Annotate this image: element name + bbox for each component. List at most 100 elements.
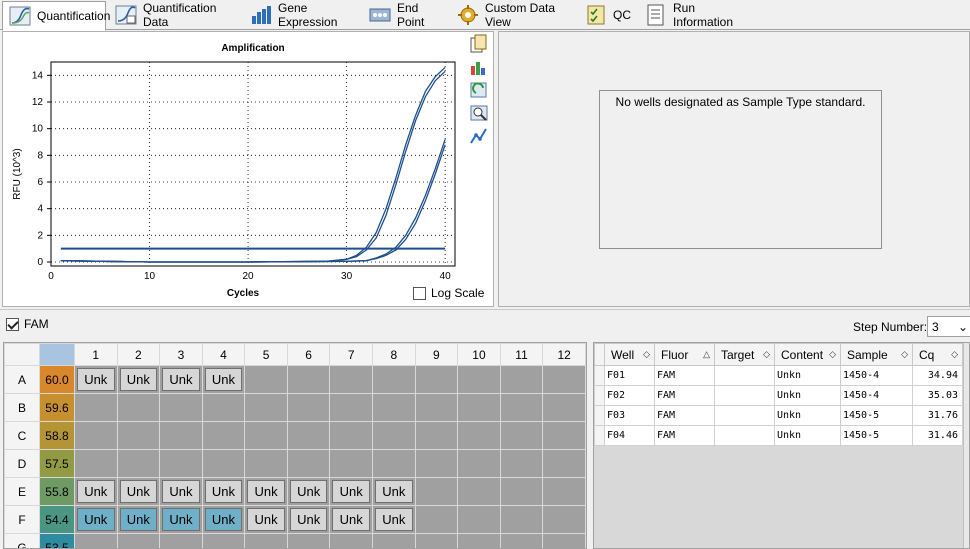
plate-well[interactable] [542, 393, 586, 422]
plate-well[interactable] [414, 533, 459, 548]
plate-well[interactable] [542, 421, 586, 450]
plate-well[interactable]: Unk [159, 477, 203, 506]
plate-well[interactable] [499, 505, 544, 534]
plate-well[interactable] [244, 393, 288, 422]
plate-column-header[interactable]: 5 [244, 343, 288, 366]
plate-well[interactable] [201, 393, 246, 422]
plate-column-header[interactable]: 3 [159, 343, 203, 366]
plate-well[interactable] [286, 365, 331, 394]
plate-well[interactable] [244, 421, 288, 450]
row-selector[interactable] [594, 365, 605, 386]
tab-end-point[interactable]: End Point [362, 1, 448, 29]
column-header-sample[interactable]: Sample ◇ [840, 343, 913, 366]
plate-well[interactable] [414, 365, 459, 394]
plate-row-header[interactable]: B [4, 393, 40, 422]
tab-run-information[interactable]: Run Information [638, 1, 748, 29]
column-header-cq[interactable]: Cq ◇ [912, 343, 963, 366]
table-row[interactable]: F02 FAM Unkn 1450-4 35.03 [594, 385, 963, 406]
plate-well[interactable]: Unk [159, 365, 203, 394]
plate-column-header[interactable]: 6 [286, 343, 331, 366]
plate-well[interactable] [372, 533, 416, 548]
plate-well[interactable] [457, 393, 501, 422]
plate-well[interactable] [542, 365, 586, 394]
plate-well[interactable] [542, 477, 586, 506]
plate-row-header[interactable]: F [4, 505, 40, 534]
plate-column-header[interactable]: 10 [457, 343, 501, 366]
plate-well[interactable] [499, 421, 544, 450]
plate-well[interactable] [159, 421, 203, 450]
plate-well[interactable] [414, 393, 459, 422]
plate-well[interactable] [286, 449, 331, 478]
plate-well[interactable] [457, 505, 501, 534]
plate-well[interactable] [329, 533, 374, 548]
plate-well[interactable] [286, 393, 331, 422]
plate-row-header[interactable]: A [4, 365, 40, 394]
plate-column-header[interactable]: 2 [116, 343, 161, 366]
table-row[interactable]: F03 FAM Unkn 1450-5 31.76 [594, 405, 963, 426]
plate-column-header[interactable]: 7 [329, 343, 374, 366]
plate-well[interactable]: Unk [244, 477, 288, 506]
plate-well[interactable]: Unk [372, 477, 416, 506]
plate-well[interactable] [457, 533, 501, 548]
plate-well[interactable] [457, 365, 501, 394]
plate-column-header[interactable]: 9 [414, 343, 459, 366]
plate-well[interactable] [73, 533, 118, 548]
plate-well[interactable]: Unk [201, 477, 246, 506]
plate-well[interactable]: Unk [329, 505, 374, 534]
plate-well[interactable] [414, 421, 459, 450]
plate-well[interactable] [542, 505, 586, 534]
amplification-curve-3[interactable] [60, 139, 446, 263]
plate-column-header[interactable]: 12 [542, 343, 586, 366]
step-number-select[interactable]: 3 ⌄ [927, 316, 970, 337]
line-style-icon[interactable] [469, 126, 489, 146]
plate-well[interactable]: Unk [116, 477, 161, 506]
table-row[interactable]: F04 FAM Unkn 1450-5 31.46 [594, 425, 963, 446]
tab-custom-data-view[interactable]: Custom Data View [450, 1, 576, 29]
tab-quantification[interactable]: Quantification [2, 1, 110, 31]
column-header-well[interactable]: Well ◇ [604, 343, 655, 366]
row-selector[interactable] [594, 385, 605, 406]
plate-well[interactable] [499, 533, 544, 548]
plate-corner[interactable] [4, 343, 40, 366]
plate-row-header[interactable]: D [4, 449, 40, 478]
plate-well[interactable] [457, 421, 501, 450]
row-selector[interactable] [594, 425, 605, 446]
plate-well[interactable]: Unk [159, 505, 203, 534]
plate-row-header[interactable]: G [4, 533, 40, 548]
plate-well[interactable] [372, 365, 416, 394]
plate-well[interactable] [372, 421, 416, 450]
plate-well[interactable]: Unk [116, 505, 161, 534]
plate-well[interactable] [73, 421, 118, 450]
plate-well[interactable] [457, 477, 501, 506]
tab-qc[interactable]: QC [578, 1, 636, 29]
plate-well[interactable] [542, 449, 586, 478]
plate-well[interactable] [159, 449, 203, 478]
log-scale-toggle[interactable]: Log Scale [413, 286, 484, 300]
plate-well[interactable] [457, 449, 501, 478]
plate-well[interactable] [73, 449, 118, 478]
fam-checkbox[interactable] [6, 317, 19, 331]
plate-well[interactable] [244, 533, 288, 548]
results-scrollbar[interactable] [963, 343, 969, 548]
plate-well[interactable] [159, 533, 203, 548]
copy-icon[interactable] [469, 34, 489, 54]
plate-well[interactable] [329, 421, 374, 450]
plate-row-header[interactable]: C [4, 421, 40, 450]
plate-well[interactable] [116, 393, 161, 422]
plate-well[interactable]: Unk [372, 505, 416, 534]
plate-well[interactable]: Unk [73, 365, 118, 394]
plate-well[interactable] [116, 421, 161, 450]
amplification-curve-1[interactable] [60, 66, 446, 263]
plate-well[interactable]: Unk [286, 477, 331, 506]
tab-quantification-data[interactable]: Quantification Data [108, 1, 241, 29]
plate-well[interactable] [414, 449, 459, 478]
plate-well[interactable] [542, 533, 586, 548]
plate-column-header[interactable]: 11 [499, 343, 544, 366]
zoom-icon[interactable] [469, 103, 489, 123]
plate-well[interactable] [116, 533, 161, 548]
row-selector[interactable] [594, 405, 605, 426]
column-header-content[interactable]: Content ◇ [774, 343, 841, 366]
plate-well[interactable] [329, 365, 374, 394]
plate-well[interactable]: Unk [244, 505, 288, 534]
plate-well[interactable] [329, 449, 374, 478]
